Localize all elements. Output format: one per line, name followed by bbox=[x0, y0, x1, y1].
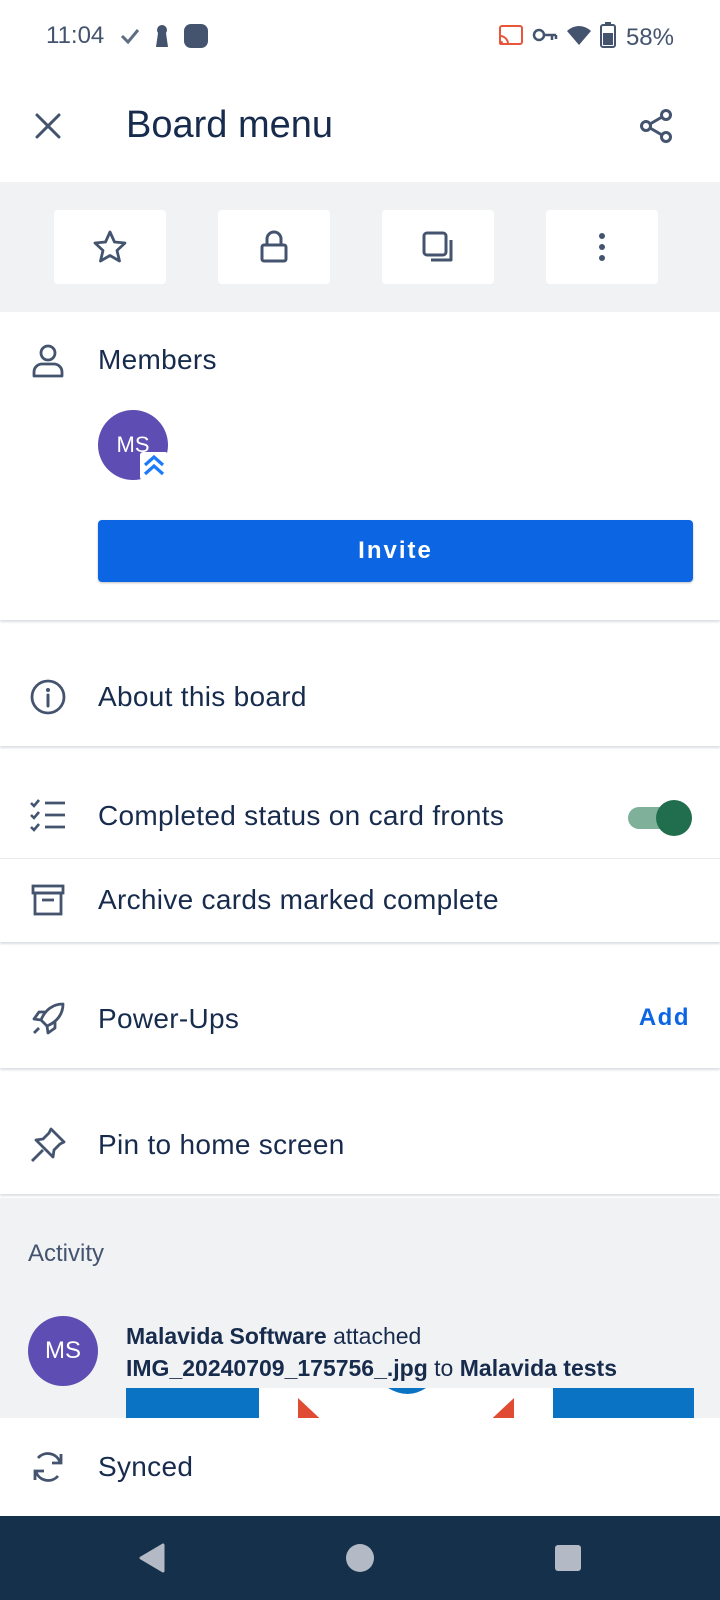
archive-complete-row[interactable]: Archive cards marked complete bbox=[0, 858, 720, 942]
back-triangle-icon bbox=[139, 1543, 165, 1573]
close-button[interactable] bbox=[28, 106, 68, 146]
pin-icon bbox=[28, 1125, 68, 1165]
members-label: Members bbox=[98, 344, 217, 375]
activity-target[interactable]: Malavida tests bbox=[460, 1355, 617, 1381]
invite-button[interactable]: Invite bbox=[98, 520, 693, 582]
activity-actor[interactable]: Malavida Software bbox=[126, 1323, 327, 1349]
cast-icon bbox=[498, 24, 524, 51]
sync-row: Synced bbox=[0, 1425, 720, 1509]
activity-entry-text: Malavida Software attached IMG_20240709_… bbox=[126, 1320, 706, 1384]
add-power-up-button[interactable]: Add bbox=[639, 1004, 690, 1032]
rocket-icon bbox=[28, 999, 68, 1039]
pin-label: Pin to home screen bbox=[98, 1129, 345, 1160]
completed-status-toggle[interactable] bbox=[628, 800, 692, 836]
about-row[interactable]: About this board bbox=[0, 655, 720, 739]
vpn-key-icon bbox=[532, 25, 558, 50]
system-nav-bar bbox=[0, 1516, 720, 1600]
status-time: 11:04 bbox=[46, 22, 105, 49]
activity-avatar-initials: MS bbox=[45, 1337, 81, 1364]
activity-title: Activity bbox=[28, 1240, 105, 1267]
status-left-icons bbox=[118, 22, 210, 55]
page-title: Board menu bbox=[126, 104, 334, 146]
copy-board-button[interactable] bbox=[382, 210, 494, 284]
activity-avatar[interactable]: MS bbox=[28, 1316, 98, 1386]
share-icon bbox=[640, 109, 672, 143]
nav-home-button[interactable] bbox=[338, 1538, 382, 1578]
completed-status-label: Completed status on card fronts bbox=[98, 800, 505, 831]
battery-percent: 58% bbox=[625, 23, 674, 51]
visibility-lock-button[interactable] bbox=[218, 210, 330, 284]
check-icon bbox=[118, 24, 142, 53]
power-ups-label: Power-Ups bbox=[98, 1003, 240, 1034]
star-board-button[interactable] bbox=[54, 210, 166, 284]
archive-complete-label: Archive cards marked complete bbox=[98, 884, 499, 915]
more-vertical-icon bbox=[599, 233, 605, 261]
more-options-button[interactable] bbox=[546, 210, 658, 284]
chevrons-up-icon bbox=[143, 454, 165, 476]
star-icon bbox=[93, 230, 127, 263]
sync-status-bar: Synced bbox=[0, 1418, 720, 1516]
copy-icon bbox=[422, 231, 453, 262]
completed-status-row[interactable]: Completed status on card fronts bbox=[0, 774, 720, 858]
archive-icon bbox=[28, 880, 68, 920]
info-icon bbox=[28, 677, 68, 717]
quick-actions-bar bbox=[0, 182, 720, 312]
person-icon bbox=[28, 340, 68, 380]
activity-verb: attached bbox=[333, 1323, 422, 1349]
close-icon bbox=[35, 113, 61, 139]
status-right-icons: 58% bbox=[498, 22, 674, 53]
activity-section: Activity MS Malavida Software attached I… bbox=[0, 1198, 720, 1418]
nav-back-button[interactable] bbox=[130, 1538, 174, 1578]
share-button[interactable] bbox=[636, 104, 676, 148]
wifi-icon bbox=[566, 24, 592, 51]
activity-file[interactable]: IMG_20240709_175756_.jpg bbox=[126, 1355, 428, 1381]
toggle-knob bbox=[656, 800, 692, 836]
app-bar: Board menu bbox=[0, 72, 720, 182]
recents-square-icon bbox=[555, 1545, 581, 1571]
attachment-thumbnail[interactable] bbox=[126, 1388, 694, 1418]
home-circle-icon bbox=[346, 1544, 374, 1572]
battery-icon bbox=[599, 22, 616, 53]
app-square-icon bbox=[182, 22, 210, 55]
keyhole-icon bbox=[152, 23, 172, 54]
admin-badge bbox=[140, 452, 168, 480]
members-header: Members bbox=[0, 318, 720, 402]
status-bar: 11:04 58% bbox=[0, 0, 720, 72]
pin-to-home-row[interactable]: Pin to home screen bbox=[0, 1103, 720, 1187]
sync-label: Synced bbox=[98, 1451, 194, 1482]
about-label: About this board bbox=[98, 681, 307, 712]
checklist-icon bbox=[28, 796, 68, 836]
sync-icon bbox=[28, 1447, 68, 1487]
nav-recents-button[interactable] bbox=[546, 1538, 590, 1578]
activity-preposition: to bbox=[434, 1355, 454, 1381]
lock-icon bbox=[260, 230, 288, 263]
power-ups-row[interactable]: Power-Ups bbox=[0, 977, 720, 1061]
